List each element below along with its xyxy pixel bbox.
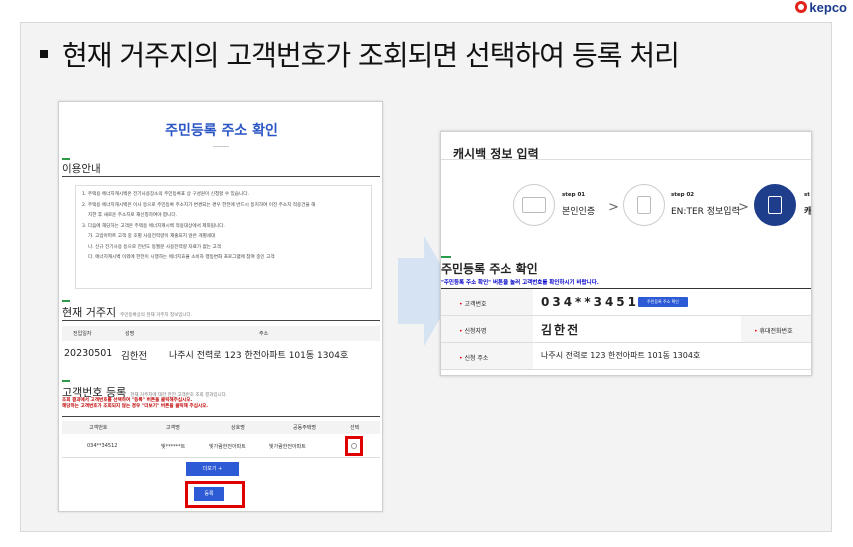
cust-number-label-text: 고객번호	[464, 301, 487, 308]
notice-line: 3. 다음에 해당하는 고객은 주택용 에너지캐시백 적용대상에서 제외됩니다.	[82, 223, 225, 229]
notice-line: 1. 주택용 에너지캐시백은 전기사용장소의 주민등록표 상 구성원이 신청할 …	[82, 192, 249, 197]
residence-heading: 현재 거주지	[62, 306, 117, 319]
kepco-logo-mark-icon	[795, 1, 808, 13]
cust-number-label: • 고객번호	[459, 301, 487, 308]
residence-date: 20230501	[64, 348, 113, 359]
section-title: 주민등록 주소 확인	[441, 262, 538, 276]
step-3-label: 캐	[804, 207, 812, 217]
cust-number-value: 034**34512	[541, 295, 651, 309]
applicant-name-label-text: 신청자명	[464, 328, 487, 335]
row-divider	[62, 457, 380, 458]
notice-line: 가. 고압아파트 고객 중 호별 사용전력량이 제출되지 않은 개별세대	[88, 234, 216, 239]
residence-header-bar	[62, 326, 380, 341]
residence-rule	[62, 320, 380, 321]
form-icon	[768, 196, 782, 214]
title-divider	[213, 146, 229, 147]
shop-name-cell: 빛가람한전아파트	[209, 444, 246, 450]
register-button[interactable]: 등록	[194, 487, 224, 501]
select-radio[interactable]	[351, 443, 357, 449]
instruction-text: "주민등록 주소 확인" 버튼을 눌러 고객번호를 확인하시기 바랍니다.	[441, 280, 599, 286]
row-divider	[441, 369, 811, 370]
col-shop-name: 상호명	[231, 425, 245, 431]
step-2-circle	[623, 184, 665, 226]
logo-text: kepco	[809, 0, 847, 15]
notice-line: 나. 신규 전기사용 등으로 전년도 동월분 사용전력량 자료가 없는 고객	[88, 244, 221, 250]
step-3-number: st	[804, 192, 810, 198]
mobile-phone-label-text: 휴대전화번호	[759, 328, 793, 335]
form-icon	[637, 196, 651, 214]
notice-line: 2. 주택용 에너지캐시백은 이사 등으로 주민등록 주소지가 변경되는 경우 …	[82, 202, 316, 208]
notice-box: 1. 주택용 에너지캐시백은 전기사용장소의 주민등록표 상 구성원이 신청할 …	[75, 185, 372, 289]
cashback-input-screen: 캐시백 정보 입력 step 01 본인인증 > step 02 EN:TER …	[440, 131, 812, 376]
kepco-logo: kepco	[795, 0, 847, 15]
application-address-label-text: 신청 주소	[464, 355, 489, 362]
mobile-phone-label: • 휴대전화번호	[754, 328, 793, 335]
applicant-name-label: • 신청자명	[459, 328, 487, 335]
col-customer-name: 고객명	[166, 425, 180, 431]
residence-subheading: 주민등록상의 현재 거주지 정보입니다.	[120, 313, 193, 318]
customer-name-cell: 빛******트	[161, 444, 186, 450]
residence-address: 나주시 전력로 123 한전아파트 101동 1304호	[169, 351, 349, 361]
notice-heading: 이용안내	[62, 163, 101, 175]
residence-heading-row: 현재 거주지 주민등록상의 현재 거주지 정보입니다.	[62, 304, 192, 320]
step-3-circle	[754, 184, 796, 226]
resident-address-screen: 주민등록 주소 확인 이용안내 1. 주택용 에너지캐시백은 전기사용장소의 주…	[58, 101, 383, 512]
row-label-cell	[441, 289, 533, 315]
chevron-right-icon: >	[738, 200, 749, 215]
col-select: 선택	[350, 425, 360, 431]
col-name: 성명	[125, 331, 135, 337]
section-marker	[441, 256, 451, 258]
step-1-number: step 01	[562, 192, 586, 198]
section-marker	[62, 300, 70, 302]
step-2-label: EN:TER 정보입력	[671, 207, 740, 217]
notice-line: 다. 에너지캐시백 이외에 한전이 시행하는 에너지효율 소비자 행동변화 프로…	[88, 255, 275, 260]
col-address: 주소	[259, 331, 269, 337]
step-2-number: step 02	[671, 192, 695, 198]
screen-title: 주민등록 주소 확인	[165, 123, 278, 139]
headline-text: 현재 거주지의 고객번호가 조회되면 선택하여 등록 처리	[62, 39, 680, 72]
residence-name: 김한전	[121, 351, 148, 362]
col-move-in-date: 전입일자	[73, 331, 92, 337]
slide-headline: 현재 거주지의 고객번호가 조회되면 선택하여 등록 처리	[38, 34, 818, 74]
section-marker	[62, 380, 70, 382]
applicant-name-value: 김한전	[541, 323, 581, 337]
application-address-value: 나주시 전력로 123 한전아파트 101동 1304호	[541, 351, 701, 360]
step-1-circle	[513, 184, 555, 226]
chevron-right-icon: >	[608, 200, 619, 215]
more-button[interactable]: 더보기 +	[186, 462, 239, 476]
customer-header-bar	[62, 421, 380, 434]
application-address-label: • 신청 주소	[459, 355, 489, 362]
customer-number-cell: 034**34512	[87, 443, 118, 449]
title-rule	[441, 159, 811, 160]
notice-heading-rule	[62, 176, 380, 177]
address-check-button[interactable]: 주민등록 주소 확인	[638, 297, 688, 307]
section-marker	[62, 158, 70, 160]
apartment-name-cell: 빛가람한전아파트	[269, 444, 306, 450]
id-card-icon	[522, 197, 546, 213]
col-customer-number: 고객번호	[89, 425, 108, 431]
bullet-square-icon	[40, 50, 48, 58]
notice-line: 지한 후 새로운 주소지로 재신청하여야 합니다.	[88, 213, 178, 218]
step-1-label: 본인인증	[562, 207, 596, 217]
row-label-cell	[441, 316, 533, 342]
customer-rule	[62, 416, 380, 417]
customer-warning-2: 해당하는 고객번호가 조회되지 않는 경우 "더보기" 버튼을 클릭해 주십시오…	[62, 404, 209, 409]
col-apartment-name: 공동주택명	[293, 425, 317, 431]
